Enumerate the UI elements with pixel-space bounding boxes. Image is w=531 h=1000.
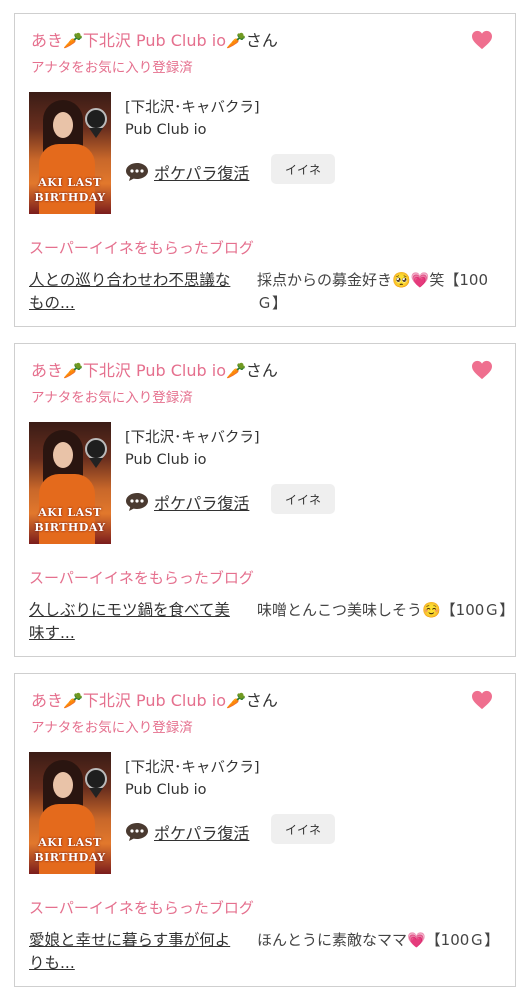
comment-text: ほんとうに素敵なママ💗【100Ｇ】	[257, 931, 500, 949]
favorite-status: アナタをお気に入り登録済	[31, 720, 193, 736]
section-label: スーパーイイネをもらったブログ	[29, 239, 254, 257]
photo-caption: BIRTHDAY	[34, 521, 106, 534]
comment-text: 味噌とんこつ美味しそう☺️【100Ｇ】	[257, 601, 515, 619]
favorite-status: アナタをお気に入り登録済	[31, 60, 193, 76]
cast-name-text[interactable]: あき🥕下北沢 Pub Club io🥕	[31, 361, 246, 380]
cast-name[interactable]: あき🥕下北沢 Pub Club io🥕さん	[31, 27, 278, 51]
cast-name-text[interactable]: あき🥕下北沢 Pub Club io🥕	[31, 31, 246, 50]
honorific: さん	[245, 691, 278, 710]
shop-area: [下北沢･キャバクラ]	[125, 100, 260, 116]
iine-button[interactable]: イイネ	[271, 814, 335, 844]
photo-caption: AKI LAST	[38, 836, 102, 849]
speech-bubble-icon	[126, 823, 148, 841]
store-link[interactable]: ポケパラ復活	[154, 490, 249, 514]
cast-photo[interactable]: AKI LAST BIRTHDAY	[29, 92, 111, 214]
favorite-card: あき🥕下北沢 Pub Club io🥕さん アナタをお気に入り登録済 AKI L…	[14, 13, 516, 327]
cast-name-text[interactable]: あき🥕下北沢 Pub Club io🥕	[31, 691, 246, 710]
comment-text: 採点からの募金好き🥺💗笑【100Ｇ】	[257, 271, 488, 312]
section-label: スーパーイイネをもらったブログ	[29, 569, 254, 587]
heart-icon[interactable]	[471, 690, 493, 710]
shop-area: [下北沢･キャバクラ]	[125, 430, 260, 446]
store-link[interactable]: ポケパラ復活	[154, 820, 249, 844]
cast-name[interactable]: あき🥕下北沢 Pub Club io🥕さん	[31, 687, 278, 711]
blog-title-link[interactable]: 愛娘と幸せに暮らす事が何よりも...	[29, 929, 245, 975]
shop-name: Pub Club io	[125, 452, 207, 468]
store-link[interactable]: ポケパラ復活	[154, 160, 249, 184]
favorite-status: アナタをお気に入り登録済	[31, 390, 193, 406]
iine-button[interactable]: イイネ	[271, 484, 335, 514]
favorite-card: あき🥕下北沢 Pub Club io🥕さん アナタをお気に入り登録済 AKI L…	[14, 673, 516, 987]
honorific: さん	[245, 31, 278, 50]
shop-name: Pub Club io	[125, 122, 207, 138]
speech-bubble-icon	[126, 493, 148, 511]
shop-name: Pub Club io	[125, 782, 207, 798]
heart-icon[interactable]	[471, 360, 493, 380]
favorite-card: あき🥕下北沢 Pub Club io🥕さん アナタをお気に入り登録済 AKI L…	[14, 343, 516, 657]
cast-photo[interactable]: AKI LAST BIRTHDAY	[29, 422, 111, 544]
honorific: さん	[245, 361, 278, 380]
blog-title-link[interactable]: 人との巡り合わせわ不思議なもの...	[29, 269, 245, 315]
photo-caption: AKI LAST	[38, 506, 102, 519]
speech-bubble-icon	[126, 163, 148, 181]
shop-area: [下北沢･キャバクラ]	[125, 760, 260, 776]
photo-caption: AKI LAST	[38, 176, 102, 189]
section-label: スーパーイイネをもらったブログ	[29, 899, 254, 917]
cast-photo[interactable]: AKI LAST BIRTHDAY	[29, 752, 111, 874]
iine-button[interactable]: イイネ	[271, 154, 335, 184]
photo-caption: BIRTHDAY	[34, 851, 106, 864]
photo-caption: BIRTHDAY	[34, 191, 106, 204]
blog-title-link[interactable]: 久しぶりにモツ鍋を食べて美味す...	[29, 599, 245, 645]
cast-name[interactable]: あき🥕下北沢 Pub Club io🥕さん	[31, 357, 278, 381]
heart-icon[interactable]	[471, 30, 493, 50]
